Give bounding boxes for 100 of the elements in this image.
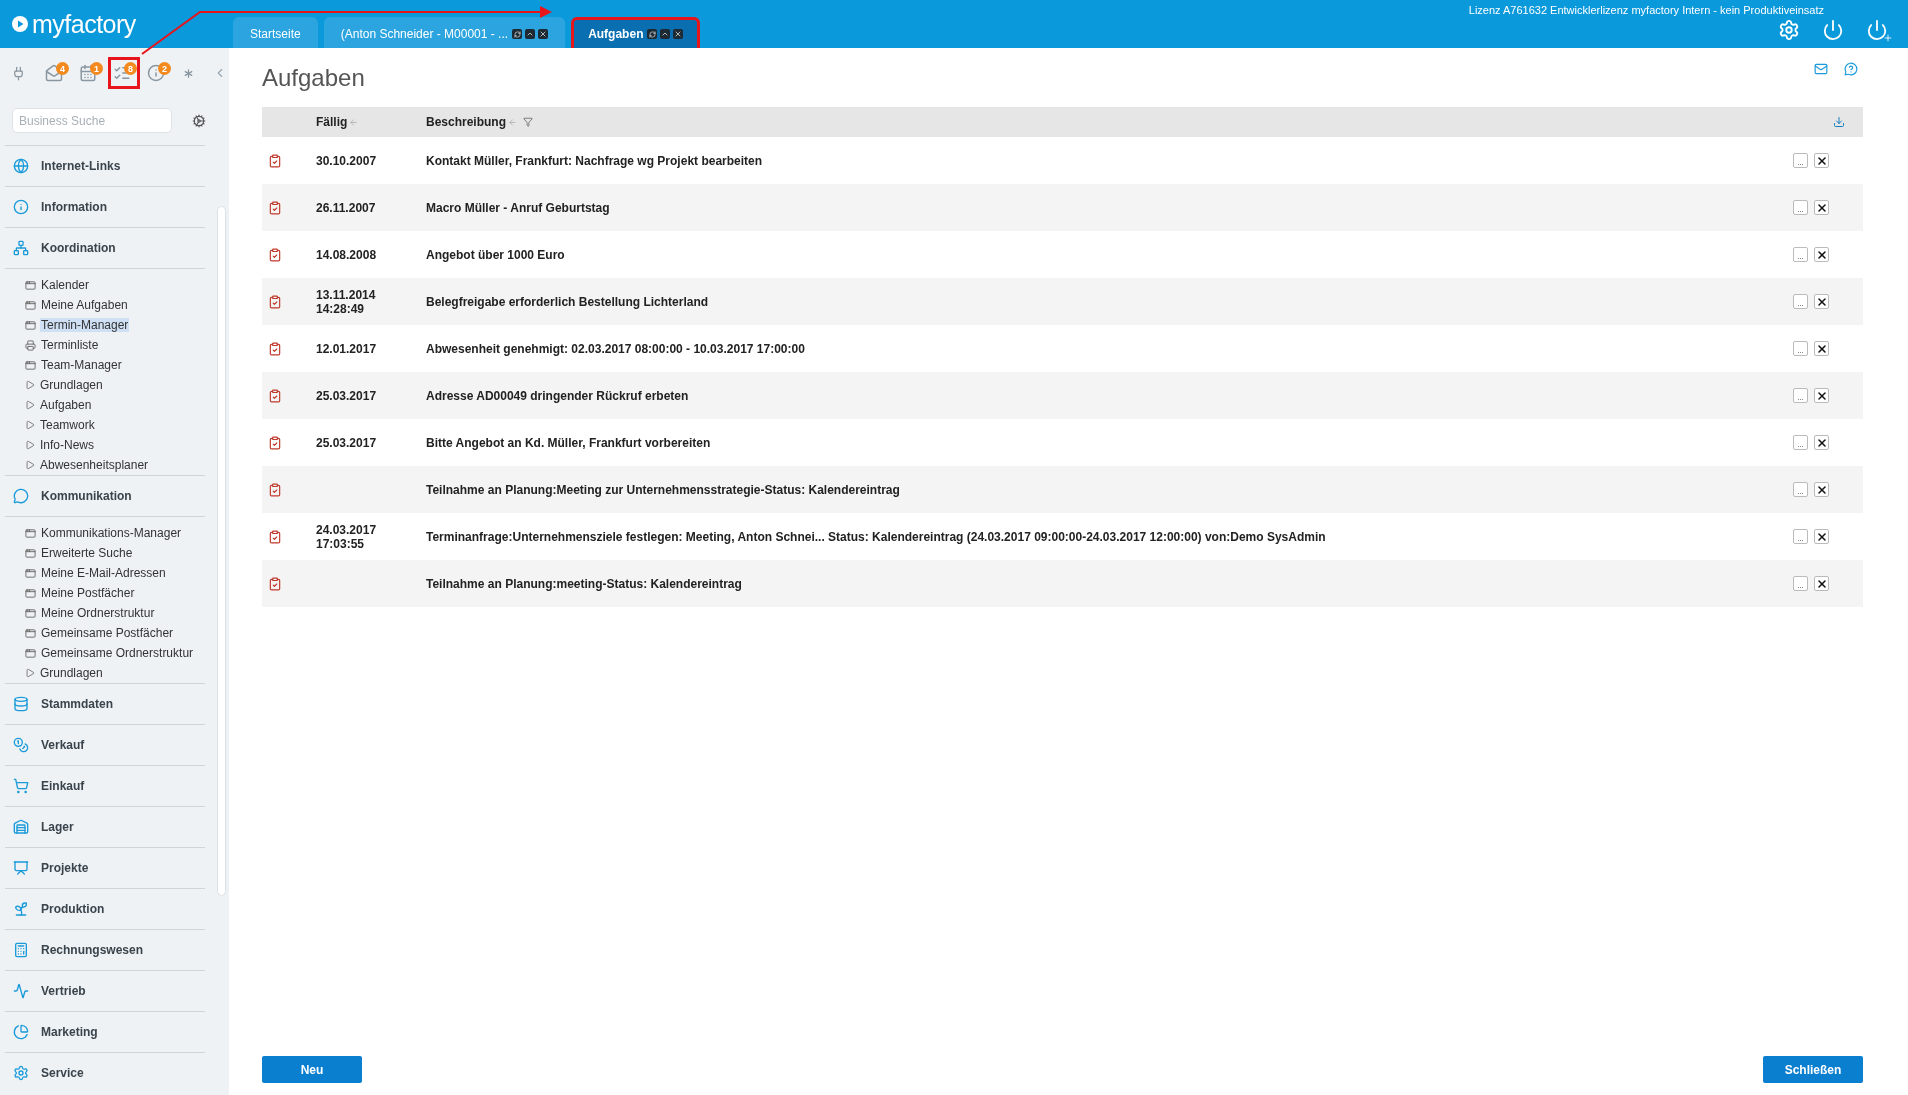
gears-icon[interactable] [192,113,206,128]
due-date-cell-text: 25.03.2017 [316,388,378,403]
nav-item[interactable]: Meine Ordnerstruktur [40,606,156,620]
network-icon [13,240,29,256]
more-button[interactable]: ... [1793,247,1808,262]
power-icon[interactable] [1822,19,1844,41]
filter-icon [523,117,533,127]
delete-button[interactable] [1814,341,1829,356]
task-icon [268,576,282,591]
column-header[interactable]: Beschreibung [426,115,1833,129]
description-cell-text: Kontakt Müller, Frankfurt: Nachfrage wg Projekt bearbeiten [426,153,764,168]
more-button[interactable]: ... [1793,388,1808,403]
export-icon[interactable] [1833,116,1845,128]
more-button[interactable]: ... [1793,200,1808,215]
nav-item[interactable]: Gemeinsame Ordnerstruktur [40,646,195,660]
nav-section[interactable]: Koordination [5,227,205,268]
nav-item[interactable]: Team-Manager [40,358,123,372]
nav-section[interactable]: Service [5,1052,205,1093]
delete-button[interactable] [1814,388,1829,403]
nav-item[interactable]: Meine E-Mail-Adressen [40,566,167,580]
delete-button[interactable] [1814,153,1829,168]
column-header[interactable]: Fällig [316,115,426,129]
more-button[interactable]: ... [1793,529,1808,544]
x-icon [1815,483,1828,496]
nav-section[interactable]: Einkauf [5,765,205,806]
delete-button[interactable] [1814,247,1829,262]
nav-item[interactable]: Erweiterte Suche [40,546,134,560]
x-icon [1815,577,1828,590]
page-title: Aufgaben [262,63,365,92]
nav-item[interactable]: Meine Aufgaben [40,298,129,312]
due-date-cell-text: 12.01.2017 [316,341,378,356]
nav-item[interactable]: Grundlagen [39,378,104,392]
nav-section[interactable]: Rechnungswesen [5,929,205,970]
delete-button[interactable] [1814,576,1829,591]
chevron-up-icon[interactable] [525,29,536,39]
x-icon [1815,154,1828,167]
delete-button[interactable] [1814,529,1829,544]
nav-item[interactable]: Teamwork [39,418,96,432]
due-date-cell-text: 26.11.2007 [316,200,377,215]
delete-button[interactable] [1814,435,1829,450]
nav-item[interactable]: Termin-Manager [40,318,130,332]
task-icon [268,435,282,450]
more-button[interactable]: ... [1793,576,1808,591]
new-button[interactable]: Neu [262,1056,362,1083]
nav-section[interactable]: Vertrieb [5,970,205,1011]
chevron-up-icon[interactable] [660,29,671,39]
nav-section[interactable]: Stammdaten [5,683,205,724]
warehouse-icon [13,819,29,835]
nav-section[interactable]: Verkauf [5,724,205,765]
description-cell-text: Adresse AD00049 dringender Rückruf erbeten [426,388,690,403]
more-button[interactable]: ... [1793,435,1808,450]
task-icon [268,294,282,309]
nav-section[interactable]: Lager [5,806,205,847]
description-cell-text: Abwesenheit genehmigt: 02.03.2017 08:00:00 - 10.03.2017 17:00:00 [426,341,806,356]
refresh-icon[interactable] [512,29,523,39]
calendar-icon [79,64,97,82]
nav-item[interactable]: Kommunikations-Manager [40,526,183,540]
nav-item[interactable]: Grundlagen [39,666,104,680]
mail-icon[interactable] [1814,62,1828,76]
delete-button[interactable] [1814,482,1829,497]
task-icon [268,200,282,215]
count-badge: 4 [56,62,69,75]
x-icon [1815,201,1828,214]
nav-section[interactable]: Information [5,186,205,227]
tab[interactable]: Aufgaben [571,17,701,48]
more-button[interactable]: ... [1793,153,1808,168]
refresh-icon[interactable] [647,29,658,39]
description-cell-text: Teilnahme an Planung:Meeting zur Unternehmensstrategie-Status: Kalendereintrag [426,482,901,497]
sort-icon [349,117,359,127]
search-field[interactable]: Business Suche [12,108,172,133]
more-button[interactable]: ... [1793,341,1808,356]
delete-button[interactable] [1814,294,1829,309]
more-button[interactable]: ... [1793,294,1808,309]
nav-item[interactable]: Kalender [40,278,91,292]
window-icon [25,359,36,371]
nav-item[interactable]: Info-News [39,438,96,452]
settings-icon[interactable] [1778,19,1800,41]
nav-section[interactable]: Internet-Links [5,145,205,186]
pie-chart-icon [13,1024,29,1040]
calculator-icon [13,942,29,958]
more-button[interactable]: ... [1793,482,1808,497]
nav-section[interactable]: Produktion [5,888,205,929]
help-icon[interactable] [1844,62,1858,76]
delete-button[interactable] [1814,200,1829,215]
nav-section[interactable]: Projekte [5,847,205,888]
close-button[interactable]: Schließen [1763,1056,1863,1083]
nav-item[interactable]: Gemeinsame Postfächer [40,626,175,640]
nav-section[interactable]: Kommunikation [5,475,205,516]
nav-item[interactable]: Meine Postfächer [40,586,136,600]
close-icon[interactable] [673,29,684,39]
presentation-icon [13,860,29,876]
window-icon [25,279,36,291]
nav-item[interactable]: Abwesenheitsplaner [39,458,150,472]
nav-section[interactable]: Marketing [5,1011,205,1052]
close-icon[interactable] [538,29,549,39]
window-icon [25,647,36,659]
nav-item[interactable]: Terminliste [40,338,100,352]
nav-item[interactable]: Aufgaben [39,398,93,412]
plug-icon [11,65,26,81]
scrollbar[interactable] [217,206,226,896]
